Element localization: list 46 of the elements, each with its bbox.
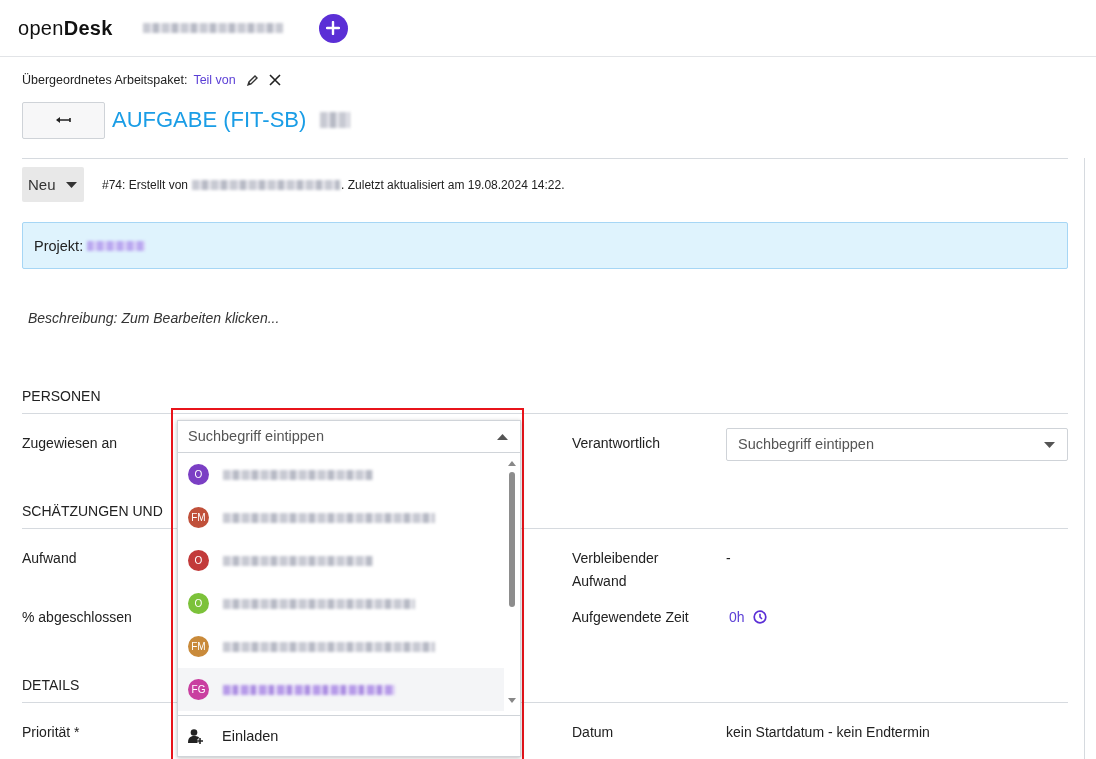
add-button[interactable] xyxy=(318,13,348,43)
avatar: FM xyxy=(188,507,209,528)
option-item[interactable]: FM xyxy=(178,496,504,539)
field-label: Verantwortlich xyxy=(572,434,661,453)
avatar: O xyxy=(188,464,209,485)
caret-icon xyxy=(497,433,508,440)
option-item[interactable]: FG xyxy=(178,668,504,711)
info-text: #74: Erstellt von xyxy=(102,177,189,192)
description-field[interactable]: Beschreibung: Zum Bearbeiten klicken... xyxy=(22,310,1068,330)
logo[interactable]: openDesk xyxy=(18,16,113,40)
caret-icon xyxy=(65,181,77,188)
field-label: % abgeschlossen xyxy=(22,608,133,627)
time-link[interactable]: 0h xyxy=(729,609,745,625)
field-label: Priorität * xyxy=(22,723,81,742)
pencil-icon[interactable] xyxy=(245,73,259,87)
field-label: Zugewiesen an xyxy=(22,434,118,453)
status-button[interactable]: Neu xyxy=(22,167,84,202)
add-user-icon xyxy=(188,728,204,744)
field-label: Aufgewendete Zeit xyxy=(572,608,690,627)
field-value: - xyxy=(726,550,731,566)
section-title: PERSONEN xyxy=(22,388,1068,414)
avatar: O xyxy=(188,593,209,614)
plus-icon xyxy=(326,21,341,35)
invite-button[interactable]: Einladen xyxy=(178,716,520,756)
avatar: O xyxy=(188,550,209,571)
close-icon[interactable] xyxy=(268,74,281,86)
option-item[interactable]: O xyxy=(178,539,504,582)
avatar: FM xyxy=(188,636,209,657)
field-label: Aufwand xyxy=(22,549,78,568)
back-arrow-icon xyxy=(55,116,72,124)
blurred-text xyxy=(320,112,351,128)
parent-link[interactable]: Teil von xyxy=(193,73,236,87)
field-label: Verbleibender Aufwand xyxy=(572,549,660,591)
option-item[interactable]: O xyxy=(178,453,504,496)
field-value: kein Startdatum - kein Endtermin xyxy=(726,724,930,740)
clock-icon[interactable] xyxy=(752,610,767,624)
parent-label: Übergeordnetes Arbeitspaket: xyxy=(22,73,188,87)
page-title: AUFGABE (FIT-SB) xyxy=(112,107,307,133)
field-label: Datum xyxy=(572,723,615,742)
info-text: . Zuletzt aktualisiert am 19.08.2024 14:22. xyxy=(341,177,565,192)
blurred-text xyxy=(87,240,146,251)
select-field[interactable]: Suchbegriff eintippen xyxy=(726,428,1068,461)
caret-icon xyxy=(1044,441,1055,448)
avatar: FG xyxy=(188,679,209,700)
project-label: Projekt: xyxy=(34,237,84,254)
search-field[interactable]: Suchbegriff eintippen xyxy=(178,421,520,453)
